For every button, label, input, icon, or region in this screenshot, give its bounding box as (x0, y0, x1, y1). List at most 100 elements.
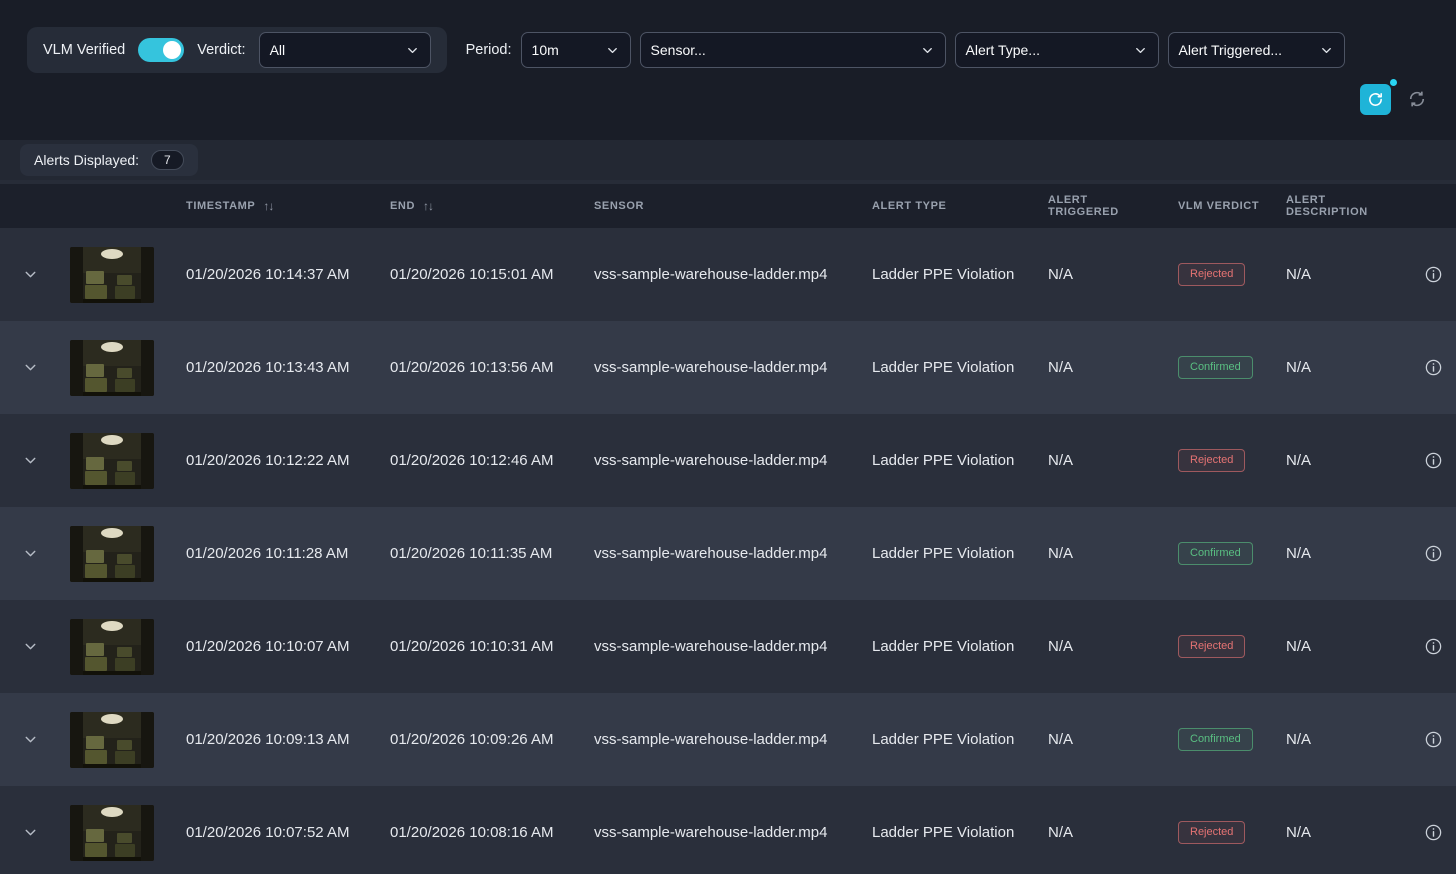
alert-description-cell: N/A (1270, 638, 1410, 655)
vlm-verified-toggle[interactable] (138, 38, 184, 62)
timestamp-cell: 01/20/2026 10:13:43 AM (170, 359, 374, 376)
period-label: Period: (466, 42, 512, 58)
column-header-end[interactable]: END ↑↓ (374, 199, 578, 213)
end-cell: 01/20/2026 10:13:56 AM (374, 359, 578, 376)
sensor-select-value: Sensor... (651, 42, 706, 58)
end-cell: 01/20/2026 10:10:31 AM (374, 638, 578, 655)
sync-button[interactable] (1406, 89, 1428, 111)
alert-type-cell: Ladder PPE Violation (856, 266, 1032, 283)
alert-thumbnail[interactable] (70, 619, 154, 675)
alert-triggered-cell: N/A (1032, 452, 1162, 469)
table-row[interactable]: 01/20/2026 10:09:13 AM 01/20/2026 10:09:… (0, 693, 1456, 786)
expand-chevron-icon[interactable] (22, 638, 39, 655)
table-row[interactable]: 01/20/2026 10:13:43 AM 01/20/2026 10:13:… (0, 321, 1456, 414)
table-row[interactable]: 01/20/2026 10:07:52 AM 01/20/2026 10:08:… (0, 786, 1456, 874)
verdict-select[interactable]: All (259, 32, 431, 68)
alerts-summary-strip: Alerts Displayed: 7 (0, 140, 1456, 180)
alert-type-cell: Ladder PPE Violation (856, 731, 1032, 748)
expand-chevron-icon[interactable] (22, 545, 39, 562)
column-header-alert-triggered: ALERT TRIGGERED (1032, 194, 1162, 218)
alert-thumbnail[interactable] (70, 433, 154, 489)
column-header-timestamp[interactable]: TIMESTAMP ↑↓ (170, 199, 374, 213)
timestamp-cell: 01/20/2026 10:14:37 AM (170, 266, 374, 283)
alert-type-select-value: Alert Type... (966, 42, 1040, 58)
alert-description-cell: N/A (1270, 452, 1410, 469)
vlm-verdict-badge: Confirmed (1178, 356, 1253, 379)
expand-chevron-icon[interactable] (22, 731, 39, 748)
alerts-displayed-label: Alerts Displayed: (34, 152, 139, 168)
info-icon[interactable] (1424, 358, 1443, 377)
alert-thumbnail[interactable] (70, 340, 154, 396)
end-cell: 01/20/2026 10:11:35 AM (374, 545, 578, 562)
vlm-verified-panel: VLM Verified Verdict: All (27, 27, 447, 73)
expand-chevron-icon[interactable] (22, 452, 39, 469)
column-header-sensor: SENSOR (578, 200, 856, 212)
alert-triggered-cell: N/A (1032, 359, 1162, 376)
table-row[interactable]: 01/20/2026 10:11:28 AM 01/20/2026 10:11:… (0, 507, 1456, 600)
info-icon[interactable] (1424, 544, 1443, 563)
alert-type-cell: Ladder PPE Violation (856, 824, 1032, 841)
chevron-down-icon (1133, 43, 1148, 58)
verdict-select-value: All (270, 42, 286, 58)
alert-triggered-select[interactable]: Alert Triggered... (1168, 32, 1345, 68)
expand-chevron-icon[interactable] (22, 266, 39, 283)
refresh-icon (1367, 91, 1384, 108)
sort-icon[interactable]: ↑↓ (263, 199, 273, 213)
sensor-cell: vss-sample-warehouse-ladder.mp4 (578, 545, 856, 562)
alerts-table-body: 01/20/2026 10:14:37 AM 01/20/2026 10:15:… (0, 228, 1456, 874)
alert-type-select[interactable]: Alert Type... (955, 32, 1159, 68)
alert-description-cell: N/A (1270, 359, 1410, 376)
alert-description-cell: N/A (1270, 266, 1410, 283)
alert-thumbnail[interactable] (70, 712, 154, 768)
vlm-verdict-badge: Rejected (1178, 635, 1245, 658)
sensor-cell: vss-sample-warehouse-ladder.mp4 (578, 359, 856, 376)
alerts-displayed-panel: Alerts Displayed: 7 (20, 144, 198, 176)
toggle-knob (163, 41, 181, 59)
alert-triggered-cell: N/A (1032, 638, 1162, 655)
sensor-cell: vss-sample-warehouse-ladder.mp4 (578, 638, 856, 655)
sort-icon[interactable]: ↑↓ (423, 199, 433, 213)
period-select[interactable]: 10m (521, 32, 631, 68)
alert-triggered-cell: N/A (1032, 824, 1162, 841)
sensor-select[interactable]: Sensor... (640, 32, 946, 68)
info-icon[interactable] (1424, 823, 1443, 842)
column-header-alert-type: ALERT TYPE (856, 200, 1032, 212)
column-header-vlm-verdict: VLM VERDICT (1162, 200, 1270, 212)
chevron-down-icon (920, 43, 935, 58)
sync-icon (1407, 89, 1427, 109)
end-cell: 01/20/2026 10:08:16 AM (374, 824, 578, 841)
info-icon[interactable] (1424, 730, 1443, 749)
vlm-verified-label: VLM Verified (43, 42, 125, 58)
verdict-label: Verdict: (197, 42, 245, 58)
chevron-down-icon (605, 43, 620, 58)
period-select-value: 10m (532, 42, 559, 58)
alert-thumbnail[interactable] (70, 526, 154, 582)
expand-chevron-icon[interactable] (22, 359, 39, 376)
table-row[interactable]: 01/20/2026 10:10:07 AM 01/20/2026 10:10:… (0, 600, 1456, 693)
vlm-verdict-badge: Confirmed (1178, 728, 1253, 751)
sensor-cell: vss-sample-warehouse-ladder.mp4 (578, 266, 856, 283)
table-header: TIMESTAMP ↑↓ END ↑↓ SENSOR ALERT TYPE AL… (0, 184, 1456, 228)
vlm-verdict-badge: Rejected (1178, 449, 1245, 472)
timestamp-cell: 01/20/2026 10:10:07 AM (170, 638, 374, 655)
info-icon[interactable] (1424, 451, 1443, 470)
filter-toolbar: VLM Verified Verdict: All Period: 10m Se… (0, 0, 1456, 140)
sensor-cell: vss-sample-warehouse-ladder.mp4 (578, 731, 856, 748)
alert-type-cell: Ladder PPE Violation (856, 638, 1032, 655)
alert-type-cell: Ladder PPE Violation (856, 452, 1032, 469)
timestamp-cell: 01/20/2026 10:07:52 AM (170, 824, 374, 841)
alert-thumbnail[interactable] (70, 247, 154, 303)
table-row[interactable]: 01/20/2026 10:12:22 AM 01/20/2026 10:12:… (0, 414, 1456, 507)
info-icon[interactable] (1424, 265, 1443, 284)
vlm-verdict-badge: Rejected (1178, 263, 1245, 286)
expand-chevron-icon[interactable] (22, 824, 39, 841)
alert-thumbnail[interactable] (70, 805, 154, 861)
table-row[interactable]: 01/20/2026 10:14:37 AM 01/20/2026 10:15:… (0, 228, 1456, 321)
alert-triggered-cell: N/A (1032, 545, 1162, 562)
column-header-alert-description: ALERT DESCRIPTION (1270, 194, 1410, 218)
timestamp-cell: 01/20/2026 10:12:22 AM (170, 452, 374, 469)
info-icon[interactable] (1424, 637, 1443, 656)
refresh-alerts-button[interactable] (1360, 84, 1391, 115)
sensor-cell: vss-sample-warehouse-ladder.mp4 (578, 824, 856, 841)
chevron-down-icon (1319, 43, 1334, 58)
